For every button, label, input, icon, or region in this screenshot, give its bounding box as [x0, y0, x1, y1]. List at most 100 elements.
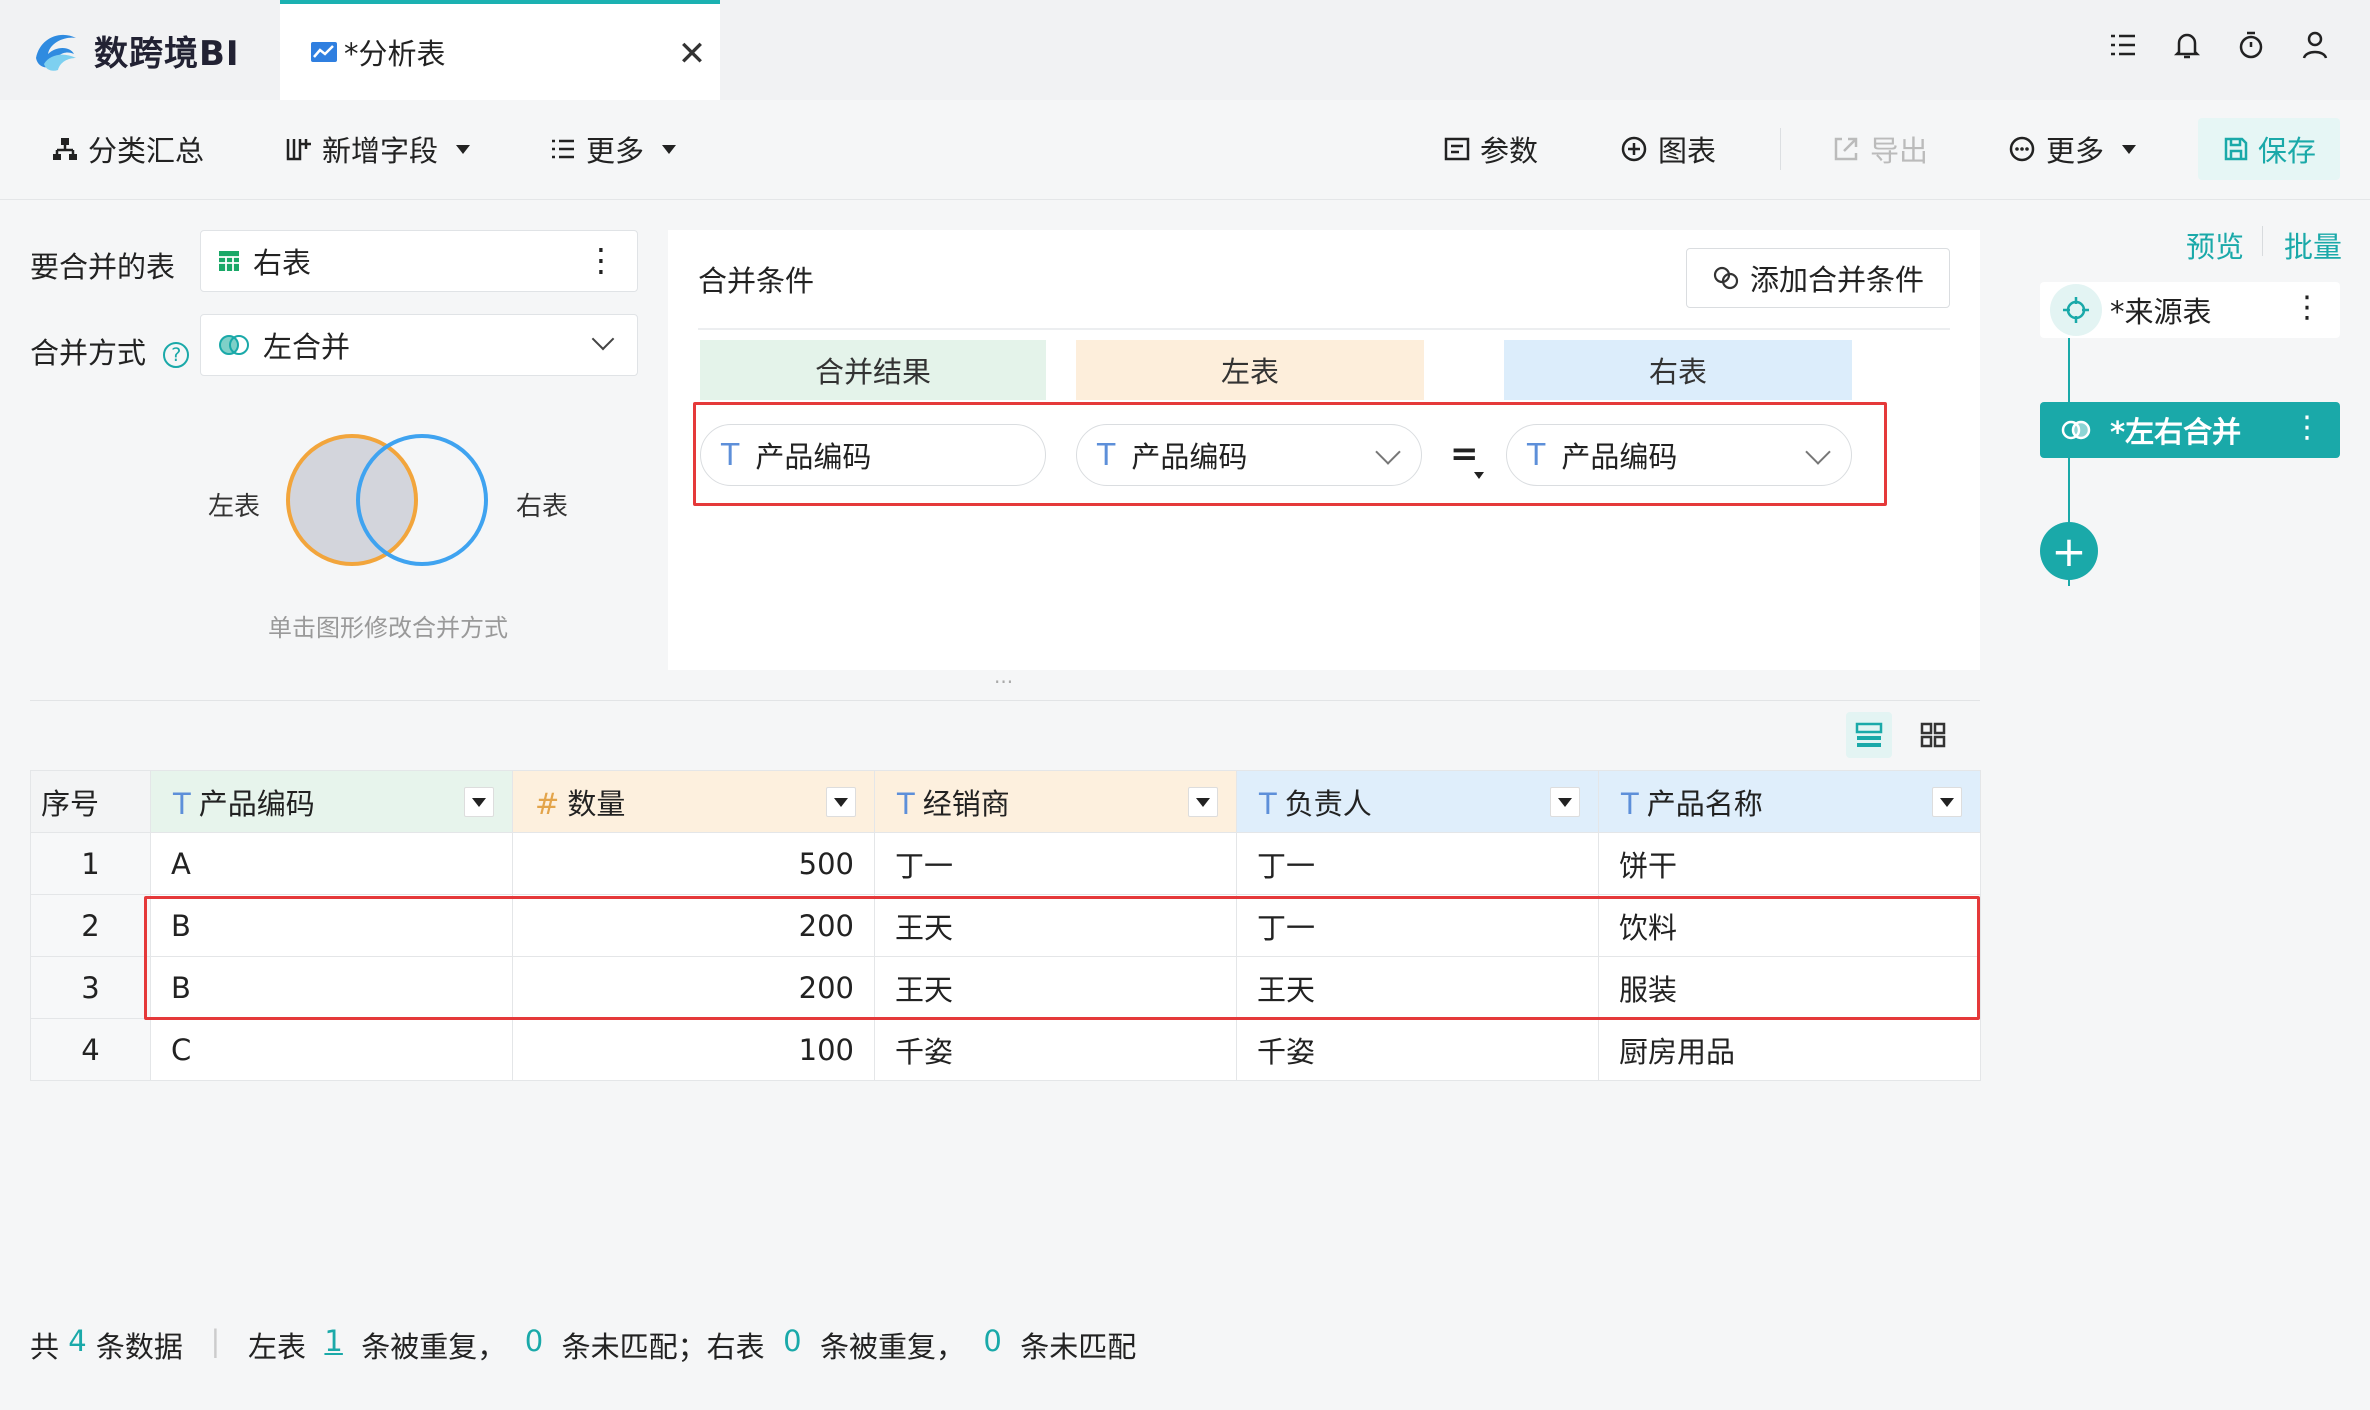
flow-node-left-right-merge[interactable]: *左右合并 ⋮	[2040, 402, 2340, 458]
table-cell[interactable]: 100	[512, 1018, 875, 1081]
column-dropdown-icon[interactable]	[826, 787, 856, 817]
column-header-code[interactable]: T 产品编码	[150, 770, 513, 833]
row-view-toggle[interactable]	[1846, 712, 1892, 758]
venn-diagram[interactable]	[282, 430, 502, 570]
merge-method-select[interactable]: 左合并	[200, 314, 638, 376]
table-cell[interactable]: 丁一	[1236, 832, 1599, 895]
chevron-down-icon	[2122, 144, 2137, 154]
export-label: 导出	[1870, 134, 1929, 168]
table-cell[interactable]: A	[150, 832, 513, 895]
user-icon[interactable]	[2300, 28, 2330, 62]
batch-link[interactable]: 批量	[2284, 224, 2342, 266]
task-list-icon[interactable]	[2108, 28, 2138, 62]
table-cell[interactable]: C	[150, 1018, 513, 1081]
left-join-icon	[219, 335, 249, 355]
top-icons	[2108, 28, 2330, 62]
add-field-label: 新增字段	[322, 134, 439, 168]
column-header-product[interactable]: T 产品名称	[1598, 770, 1981, 833]
left-duplicate-count[interactable]: 1	[324, 1324, 342, 1366]
save-icon	[2224, 137, 2248, 161]
column-header-owner[interactable]: T 负责人	[1236, 770, 1599, 833]
more-vertical-icon[interactable]: ⋮	[2292, 410, 2322, 445]
tab-analysis[interactable]: *分析表 ✕	[280, 0, 720, 100]
table-cell[interactable]: 500	[512, 832, 875, 895]
status-text: 条未匹配	[1001, 1330, 1137, 1364]
app-logo[interactable]: 数跨境BI	[30, 24, 240, 76]
column-dropdown-icon[interactable]	[1550, 787, 1580, 817]
link-divider	[2262, 226, 2263, 256]
add-column-icon	[286, 139, 311, 161]
text-type-icon: T	[1621, 786, 1639, 821]
status-text: 条数据	[86, 1330, 183, 1364]
column-dropdown-icon[interactable]	[1932, 787, 1962, 817]
merge-table-select[interactable]: 右表 ⋮	[200, 230, 638, 292]
more-circle-icon	[2009, 136, 2035, 162]
column-header-qty[interactable]: # 数量	[512, 770, 875, 833]
header-result: 合并结果	[700, 340, 1046, 400]
table-cell[interactable]: 千姿	[874, 1018, 1237, 1081]
hierarchy-icon	[53, 138, 77, 160]
more-left-button[interactable]: 更多	[550, 128, 677, 170]
more-vertical-icon[interactable]: ⋮	[2292, 290, 2322, 325]
add-condition-button[interactable]: 添加合并条件	[1686, 248, 1950, 308]
more-right-label: 更多	[2046, 134, 2105, 168]
flow-panel	[2010, 200, 2370, 1410]
highlight-duplicate-rows	[144, 896, 1980, 1020]
close-icon[interactable]: ✕	[674, 34, 710, 74]
table-cell[interactable]: 饼干	[1598, 832, 1981, 895]
venn-left-label: 左表	[208, 492, 261, 522]
row-index: 4	[30, 1018, 151, 1081]
bell-icon[interactable]	[2172, 28, 2202, 62]
merge-method-label: 合并方式	[30, 336, 147, 370]
chart-button[interactable]: 图表	[1620, 128, 1716, 170]
right-duplicate-count: 0	[783, 1324, 802, 1358]
merge-method-value: 左合并	[263, 330, 351, 364]
table-cell[interactable]: 丁一	[874, 832, 1237, 895]
more-vertical-icon[interactable]: ⋮	[585, 241, 617, 279]
save-label: 保存	[2257, 134, 2316, 168]
flow-node-source[interactable]: *来源表 ⋮	[2040, 282, 2340, 338]
status-bar: 共 4 条数据 | 左表 1 条被重复， 0 条未匹配；右表 0 条被重复， 0…	[30, 1324, 1136, 1366]
table-cell[interactable]: 厨房用品	[1598, 1018, 1981, 1081]
column-name: 数量	[567, 786, 626, 821]
export-button[interactable]: 导出	[1832, 128, 1928, 170]
drag-handle-icon[interactable]: ···	[994, 670, 1013, 694]
table-row: 4 C 100 千姿 千姿 厨房用品	[30, 1018, 1981, 1081]
status-text: 条被重复，	[801, 1330, 984, 1364]
help-icon[interactable]: ?	[163, 342, 190, 368]
logo-icon	[36, 34, 76, 71]
node-label: *左右合并	[2110, 415, 2242, 449]
more-left-label: 更多	[586, 134, 645, 168]
grid-icon	[1920, 722, 1946, 748]
params-button[interactable]: 参数	[1444, 128, 1538, 170]
plus-icon: +	[2051, 526, 2087, 576]
highlight-condition-box	[693, 402, 1887, 506]
row-index: 1	[30, 832, 151, 895]
preview-link[interactable]: 预览	[2186, 224, 2244, 266]
export-icon	[1834, 137, 1858, 161]
add-field-button[interactable]: 新增字段	[284, 128, 471, 170]
merge-method-label-group: 合并方式 ?	[30, 330, 190, 372]
table-cell[interactable]: 千姿	[1236, 1018, 1599, 1081]
status-total-count: 4	[68, 1324, 87, 1358]
params-label: 参数	[1480, 134, 1539, 168]
chart-label: 图表	[1658, 134, 1717, 168]
status-divider: |	[182, 1324, 248, 1358]
chevron-down-icon	[591, 327, 615, 351]
line-chart-icon	[311, 42, 337, 62]
column-header-dealer[interactable]: T 经销商	[874, 770, 1237, 833]
column-name: 产品编码	[198, 786, 315, 821]
save-button[interactable]: 保存	[2198, 118, 2340, 180]
timer-icon[interactable]	[2236, 28, 2266, 62]
more-right-button[interactable]: 更多	[2008, 128, 2137, 170]
row-index: 3	[30, 956, 151, 1019]
column-dropdown-icon[interactable]	[1188, 787, 1218, 817]
status-text: 左表	[247, 1330, 325, 1364]
group-summary-button[interactable]: 分类汇总	[52, 128, 204, 170]
right-unmatched-count: 0	[983, 1324, 1002, 1358]
number-type-icon: #	[535, 786, 560, 821]
column-name: 经销商	[922, 786, 1010, 821]
add-node-button[interactable]: +	[2040, 522, 2098, 580]
grid-view-toggle[interactable]	[1910, 712, 1956, 758]
column-dropdown-icon[interactable]	[464, 787, 494, 817]
